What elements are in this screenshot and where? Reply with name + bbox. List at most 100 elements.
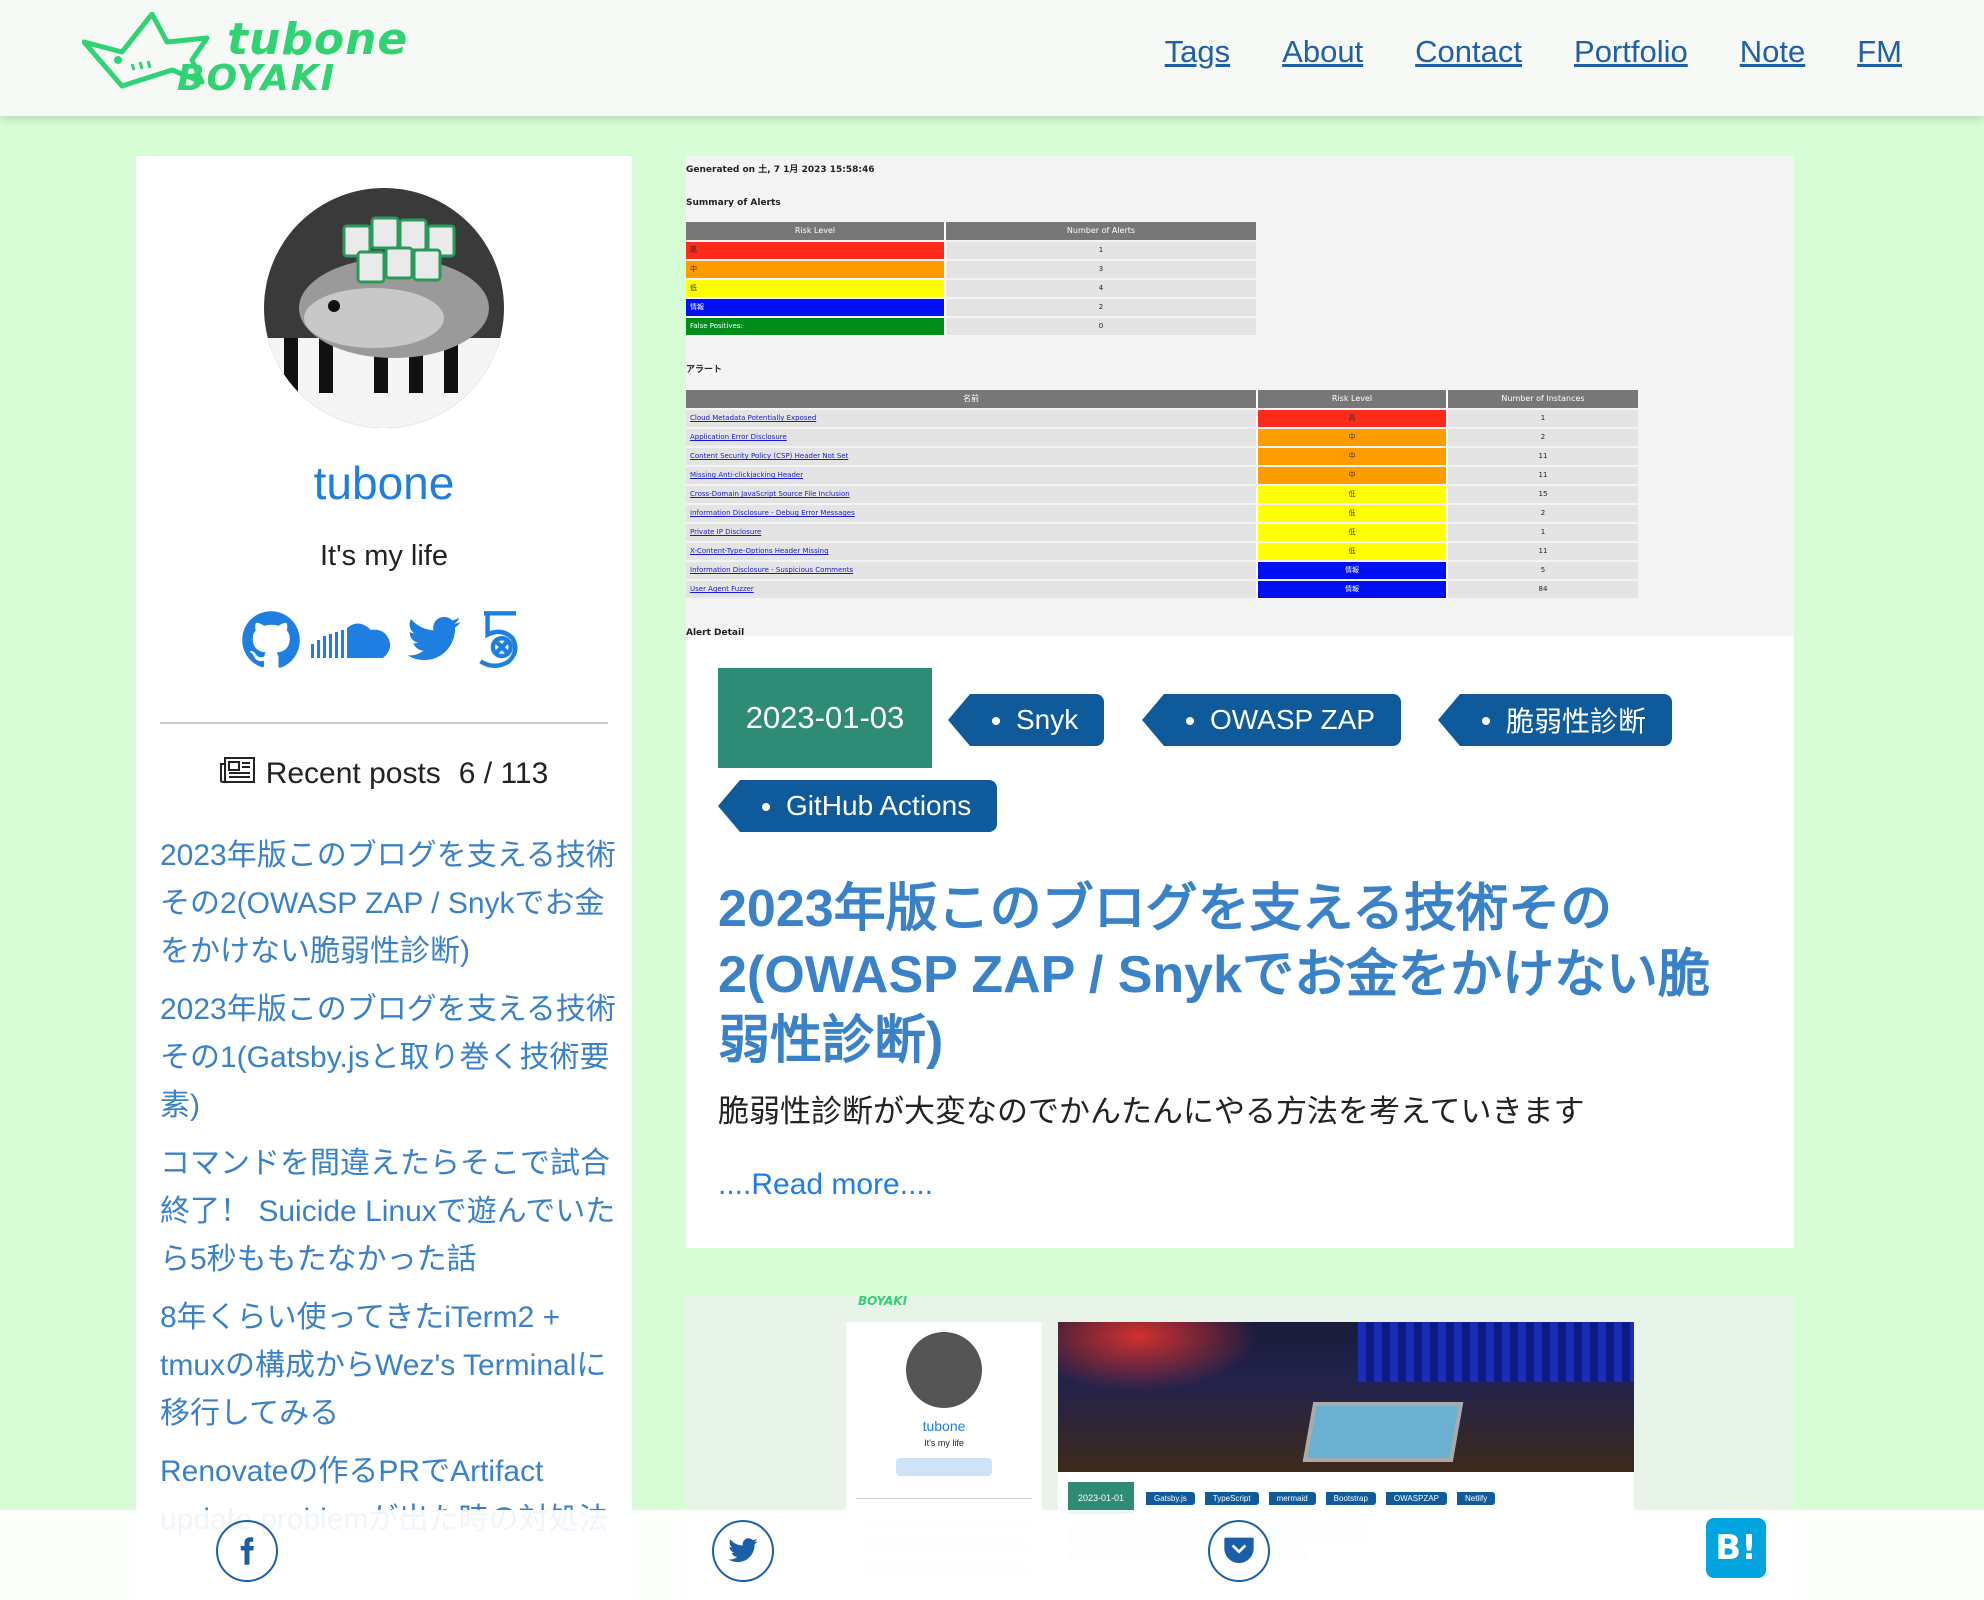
alert-name-link[interactable]: Private IP Disclosure: [686, 524, 1256, 541]
preview-tag: Netlify: [1456, 1492, 1496, 1505]
alert-risk-cell: 低: [1256, 543, 1446, 560]
summary-count-cell: 4: [944, 280, 1256, 297]
preview-tag: Gatsby.js: [1146, 1492, 1195, 1505]
newspaper-icon: [219, 756, 256, 792]
alert-instances-cell: 11: [1446, 467, 1638, 484]
nav-portfolio[interactable]: Portfolio: [1574, 34, 1688, 70]
twitter-icon: [728, 1538, 758, 1563]
alert-risk-cell: 低: [1256, 524, 1446, 541]
summary-risk-cell: 中: [686, 261, 944, 278]
summary-row: 中3: [686, 261, 1256, 278]
summary-row: False Positives: 0: [686, 318, 1256, 335]
site-logo[interactable]: tubone BOYAKI: [82, 12, 407, 102]
alert-risk-cell: 情報: [1256, 562, 1446, 579]
alerts-col-risk: Risk Level: [1256, 390, 1446, 408]
post-title[interactable]: 2023年版このブログを支える技術その2(OWASP ZAP / Snykでお金…: [718, 876, 1758, 1074]
recent-post-link[interactable]: 8年くらい使ってきたiTerm2 + tmuxの構成からWez's Termin…: [160, 1294, 616, 1438]
logo-text-boyaki: BOYAKI: [177, 58, 337, 99]
alert-row: Cloud Metadata Potentially Exposed 高 1: [686, 410, 1638, 427]
nav-about[interactable]: About: [1282, 34, 1363, 70]
pocket-icon: [1224, 1537, 1254, 1563]
nav-note[interactable]: Note: [1740, 34, 1805, 70]
summary-col-risk: Risk Level: [794, 226, 836, 235]
preview-logo: BOYAKI: [858, 1296, 908, 1308]
summary-count-cell: 0: [944, 318, 1256, 335]
recent-posts-label: Recent posts: [265, 757, 441, 790]
alert-risk-cell: 高: [1256, 410, 1446, 427]
share-bar: B!: [0, 1510, 1984, 1600]
alert-name-link[interactable]: Missing Anti-clickjacking Header: [686, 467, 1256, 484]
nav-contact[interactable]: Contact: [1415, 34, 1522, 70]
nav-fm[interactable]: FM: [1857, 34, 1902, 70]
preview-tag: OWASPZAP: [1385, 1492, 1447, 1505]
twitter-icon[interactable]: [405, 611, 463, 673]
html5-icon[interactable]: [473, 608, 527, 676]
alert-name-link[interactable]: User Agent Fuzzer: [686, 581, 1256, 598]
alert-row: Private IP Disclosure 低 1: [686, 524, 1638, 541]
sidebar-divider: [160, 722, 608, 724]
alert-instances-cell: 1: [1446, 410, 1638, 427]
post-date: 2023-01-03: [718, 668, 932, 768]
alert-instances-cell: 2: [1446, 429, 1638, 446]
alert-instances-cell: 15: [1446, 486, 1638, 503]
recent-post-link[interactable]: 2023年版このブログを支える技術その2(OWASP ZAP / Snykでお金…: [160, 832, 616, 976]
preview-name: tubone: [922, 1418, 966, 1434]
alert-row: User Agent Fuzzer 情報 84: [686, 581, 1638, 598]
alert-risk-cell: 低: [1256, 486, 1446, 503]
facebook-icon: [240, 1537, 254, 1565]
alert-risk-cell: 低: [1256, 505, 1446, 522]
alert-instances-cell: 1: [1446, 524, 1638, 541]
alert-row: Application Error Disclosure 中 2: [686, 429, 1638, 446]
preview-tag: mermaid: [1268, 1492, 1316, 1505]
summary-count-cell: 2: [944, 299, 1256, 316]
alert-name-link[interactable]: Cross-Domain JavaScript Source File Incl…: [686, 486, 1256, 503]
hatena-bookmark-icon: B!: [1715, 1528, 1757, 1568]
alert-risk-cell: 中: [1256, 429, 1446, 446]
read-more-link[interactable]: ....Read more....: [718, 1168, 933, 1202]
pocket-share-button[interactable]: [1208, 1520, 1270, 1582]
social-links: [136, 608, 632, 676]
profile-name[interactable]: tubone: [136, 456, 632, 510]
alert-name-link[interactable]: Content Security Policy (CSP) Header Not…: [686, 448, 1256, 465]
recent-post-link[interactable]: 2023年版このブログを支える技術その1(Gatsby.jsと取り巻く技術要素): [160, 986, 616, 1130]
alerts-col-name: 名前: [963, 394, 979, 403]
post-thumbnail[interactable]: Generated on 土, 7 1月 2023 15:58:46 Summa…: [686, 156, 1794, 636]
summary-count-cell: 3: [944, 261, 1256, 278]
alert-name-link[interactable]: Cloud Metadata Potentially Exposed: [686, 410, 1256, 427]
preview-image: [1058, 1322, 1634, 1472]
report-generated: Generated on 土, 7 1月 2023 15:58:46: [686, 165, 875, 175]
recent-posts-list: 2023年版このブログを支える技術その2(OWASP ZAP / Snykでお金…: [160, 832, 616, 1554]
soundcloud-icon[interactable]: [311, 610, 395, 674]
github-icon[interactable]: [241, 610, 301, 674]
tag-owasp-zap[interactable]: OWASP ZAP: [1142, 694, 1401, 746]
twitter-share-button[interactable]: [712, 1520, 774, 1582]
summary-row: 情報 2: [686, 299, 1256, 316]
alert-name-link[interactable]: X-Content-Type-Options Header Missing: [686, 543, 1256, 560]
alert-name-link[interactable]: Application Error Disclosure: [686, 429, 1256, 446]
preview-divider: [856, 1498, 1032, 1499]
alert-row: X-Content-Type-Options Header Missing 低 11: [686, 543, 1638, 560]
post-card: Generated on 土, 7 1月 2023 15:58:46 Summa…: [686, 156, 1794, 1248]
recent-post-link[interactable]: コマンドを間違えたらそこで試合終了！ Suicide Linuxで遊んでいたら5…: [160, 1140, 616, 1284]
summary-risk-cell: 低: [686, 280, 944, 297]
alert-risk-cell: 中: [1256, 448, 1446, 465]
report-summary-title: Summary of Alerts: [686, 198, 781, 208]
hatena-bookmark-button[interactable]: B!: [1706, 1518, 1766, 1578]
preview-social-icons: [896, 1458, 992, 1476]
preview-bio: It's my life: [924, 1438, 964, 1448]
facebook-share-button[interactable]: [216, 1520, 278, 1582]
nav-tags[interactable]: Tags: [1165, 34, 1230, 70]
avatar: [264, 188, 504, 428]
report-alerts-title: アラート: [686, 365, 723, 375]
main-nav: Tags About Contact Portfolio Note FM: [1165, 34, 1902, 70]
tag-snyk[interactable]: Snyk: [947, 694, 1105, 746]
tag-vulnerability[interactable]: 脆弱性診断: [1437, 694, 1673, 746]
alert-name-link[interactable]: Information Disclosure - Suspicious Comm…: [686, 562, 1256, 579]
alert-name-link[interactable]: Information Disclosure - Debug Error Mes…: [686, 505, 1256, 522]
report-detail-title: Alert Detail: [686, 628, 745, 636]
tag-github-actions[interactable]: GitHub Actions: [717, 780, 998, 832]
alerts-col-instances: Number of Instances: [1446, 390, 1638, 408]
preview-avatar: [906, 1332, 982, 1408]
recent-posts-count: 6 / 113: [458, 757, 549, 790]
post-excerpt: 脆弱性診断が大変なのでかんたんにやる方法を考えていきます: [718, 1094, 1585, 1129]
